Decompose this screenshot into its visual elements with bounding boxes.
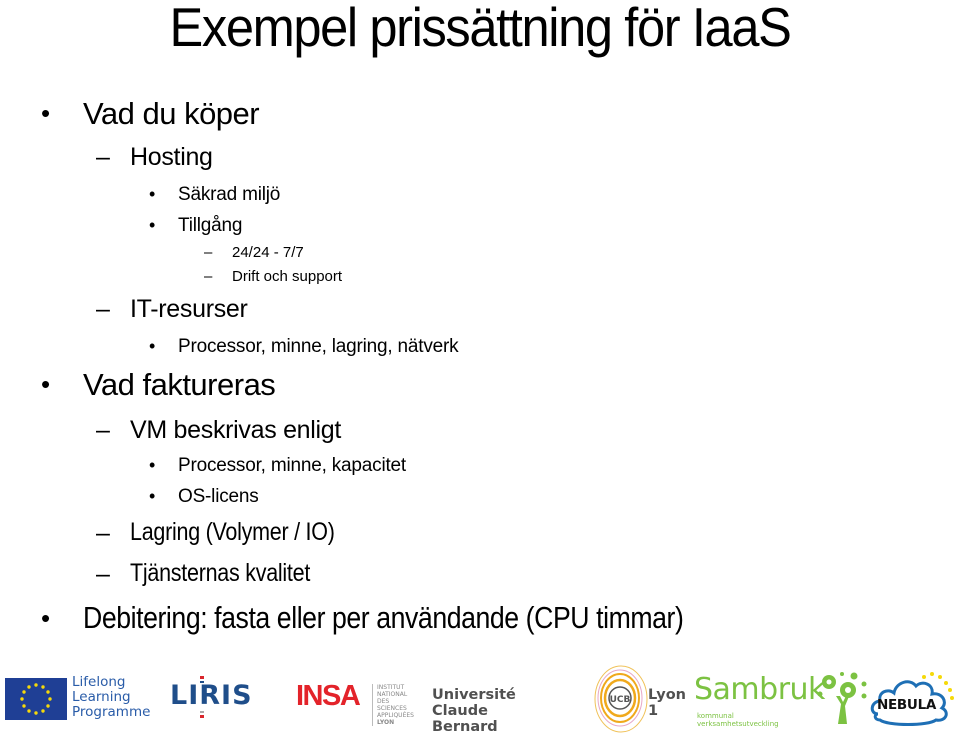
insa-sub-line: APPLIQUÉES: [377, 712, 414, 719]
list-item-level2: Hosting: [130, 143, 213, 171]
llp-line: Programme: [72, 704, 151, 720]
slide-title: Exempel prissättning för IaaS: [169, 0, 792, 58]
gear-tree-icon: [817, 672, 867, 724]
list-item-level1: Debitering: fasta eller per användande (…: [83, 600, 684, 635]
liris-accent-icon: [200, 681, 204, 683]
liris-accent-icon: [200, 711, 204, 713]
insa-sub-line: LYON: [377, 719, 395, 726]
bullet-icon: •: [41, 603, 51, 633]
eu-stars-icon: [20, 683, 52, 715]
insa-sub-line: DES SCIENCES: [377, 698, 407, 712]
list-item-level3: OS-licens: [178, 486, 259, 507]
bullet-icon: •: [149, 455, 156, 475]
sambruk-text: Sambruk: [694, 672, 825, 707]
list-item-level1: Vad faktureras: [83, 367, 276, 402]
list-item-level3: Tillgång: [178, 215, 243, 236]
liris-accent-icon: [200, 676, 204, 679]
llp-line: Learning: [72, 689, 131, 705]
list-item-level3: Processor, minne, kapacitet: [178, 455, 406, 476]
list-item-level2: Lagring (Volymer / IO): [130, 518, 335, 546]
dash-icon: –: [96, 143, 110, 171]
liris-accent-icon: [200, 715, 204, 718]
ucb-emblem-text: UCB: [610, 695, 631, 705]
list-item-level2: VM beskrivas enligt: [130, 416, 342, 444]
list-item-level2: Tjänsternas kvalitet: [130, 559, 311, 587]
bullet-icon: •: [41, 369, 51, 399]
dash-icon: –: [96, 560, 110, 588]
list-item-level4: Drift och support: [232, 268, 343, 285]
ucb-suffix: Lyon 1: [648, 687, 686, 719]
list-item-level2: IT-resurser: [130, 295, 248, 323]
nebula-text: NEBULA: [877, 697, 937, 713]
dash-icon: –: [96, 295, 110, 323]
liris-text: LIRIS: [170, 680, 253, 711]
footer-logos: Lifelong Learning Programme LIRIS INSA I…: [0, 660, 960, 736]
bullet-icon: •: [149, 336, 156, 356]
dash-icon: –: [204, 268, 213, 285]
bullet-icon: •: [149, 486, 156, 506]
ucb-emblem-icon: UCB: [594, 665, 648, 733]
bullet-icon: •: [41, 98, 51, 128]
sambruk-subtitle: kommunal verksamhetsutveckling: [697, 712, 779, 728]
insa-subtitle: INSTITUT NATIONAL DES SCIENCES APPLIQUÉE…: [372, 684, 414, 726]
list-item-level4: 24/24 - 7/7: [232, 244, 304, 261]
list-item-level3: Säkrad miljö: [178, 184, 281, 205]
ucb-text: Université Claude Bernard: [432, 687, 516, 735]
bullet-icon: •: [149, 215, 156, 235]
dash-icon: –: [204, 244, 213, 261]
list-item-level1: Vad du köper: [83, 96, 260, 131]
insa-text: INSA: [296, 680, 361, 712]
eu-flag-icon: [5, 678, 67, 720]
llp-text: Lifelong Learning Programme: [72, 675, 150, 720]
list-item-level3: Processor, minne, lagring, nätverk: [178, 336, 459, 357]
llp-line: Lifelong: [72, 674, 126, 690]
dash-icon: –: [96, 416, 110, 444]
insa-sub-line: INSTITUT NATIONAL: [377, 684, 408, 698]
dash-icon: –: [96, 519, 110, 547]
bullet-icon: •: [149, 184, 156, 204]
